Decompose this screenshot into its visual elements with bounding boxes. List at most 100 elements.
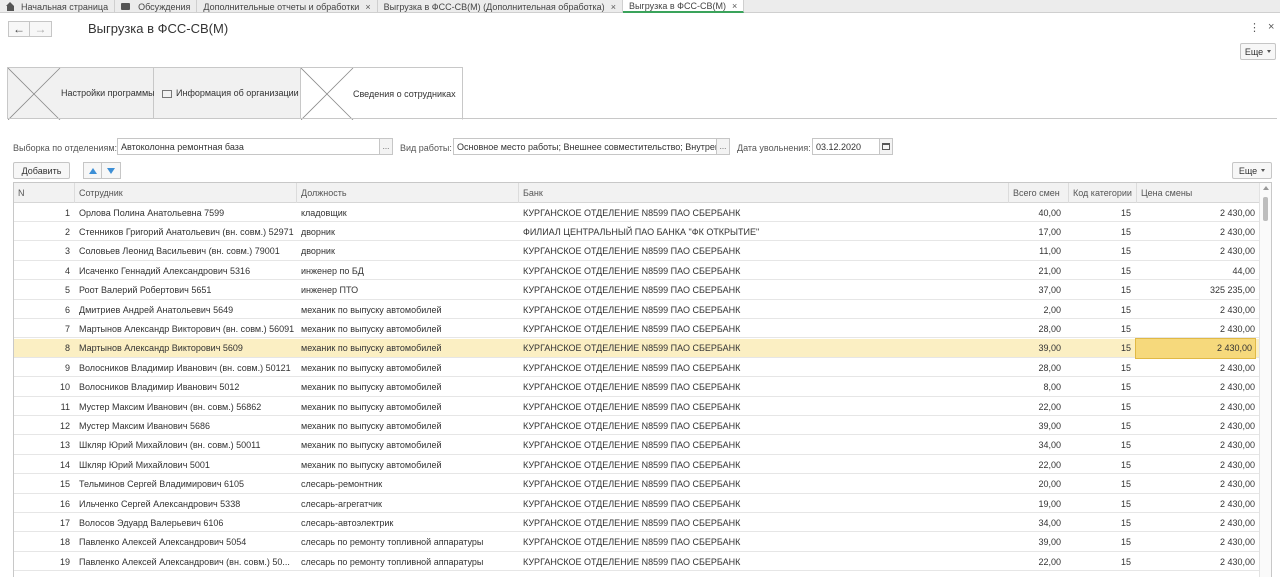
cell-position[interactable]: дворник	[301, 242, 516, 261]
cell-position[interactable]: механик по выпуску автомобилей	[301, 455, 516, 474]
form-more-button[interactable]: Еще	[1240, 43, 1276, 60]
cell-shift-price[interactable]: 2 430,00	[1136, 358, 1255, 377]
scroll-up-icon[interactable]	[1263, 186, 1269, 190]
cell-category-code[interactable]: 15	[1068, 494, 1131, 513]
table-row[interactable]: 19 Павленко Алексей Александрович (вн. со…	[14, 552, 1259, 572]
cell-position[interactable]: инженер по БД	[301, 261, 516, 280]
cell-category-code[interactable]: 15	[1068, 455, 1131, 474]
cell-employee[interactable]: Исаченко Геннадий Александрович 5316	[79, 261, 294, 280]
cell-shift-price[interactable]: 2 430,00	[1136, 533, 1255, 552]
cell-total-shifts[interactable]: 19,00	[1008, 494, 1061, 513]
cell-bank[interactable]: КУРГАНСКОЕ ОТДЕЛЕНИЕ N8599 ПАО СБЕРБАНК	[523, 319, 1003, 338]
cell-employee[interactable]: Шкляр Юрий Михайлович (вн. совм.) 50011	[79, 436, 294, 455]
cell-n[interactable]: 8	[14, 339, 70, 358]
cell-position[interactable]: механик по выпуску автомобилей	[301, 358, 516, 377]
cell-category-code[interactable]: 15	[1068, 261, 1131, 280]
close-icon[interactable]: ×	[732, 1, 737, 11]
cell-category-code[interactable]: 15	[1068, 203, 1131, 222]
cell-total-shifts[interactable]: 28,00	[1008, 358, 1061, 377]
close-form-icon[interactable]: ×	[1268, 21, 1274, 33]
cell-employee[interactable]: Павленко Алексей Александрович (вн. совм…	[79, 552, 294, 571]
table-row[interactable]: 2 Стенников Григорий Анатольевич (вн. сов…	[14, 222, 1259, 242]
cell-employee[interactable]: Соловьев Леонид Васильевич (вн. совм.) 7…	[79, 242, 294, 261]
cell-n[interactable]: 19	[14, 552, 70, 571]
department-select-button[interactable]: ...	[380, 138, 393, 155]
cell-bank[interactable]: КУРГАНСКОЕ ОТДЕЛЕНИЕ N8599 ПАО СБЕРБАНК	[523, 552, 1003, 571]
cell-n[interactable]: 11	[14, 397, 70, 416]
cell-total-shifts[interactable]: 34,00	[1008, 436, 1061, 455]
forward-button[interactable]: →	[30, 21, 52, 37]
cell-position[interactable]: механик по выпуску автомобилей	[301, 378, 516, 397]
cell-bank[interactable]: КУРГАНСКОЕ ОТДЕЛЕНИЕ N8599 ПАО СБЕРБАНК	[523, 281, 1003, 300]
cell-total-shifts[interactable]: 20,00	[1008, 475, 1061, 494]
cell-n[interactable]: 12	[14, 416, 70, 435]
back-button[interactable]: ←	[8, 21, 30, 37]
cell-total-shifts[interactable]: 22,00	[1008, 397, 1061, 416]
cell-total-shifts[interactable]: 40,00	[1008, 203, 1061, 222]
cell-shift-price[interactable]: 2 430,00	[1136, 552, 1255, 571]
calendar-button[interactable]	[880, 138, 893, 155]
cell-shift-price[interactable]: 2 430,00	[1136, 494, 1255, 513]
column-header-employee[interactable]: Сотрудник	[74, 183, 296, 203]
cell-category-code[interactable]: 15	[1068, 300, 1131, 319]
tab-organization-info[interactable]: Информация об организации	[154, 67, 301, 119]
cell-bank[interactable]: КУРГАНСКОЕ ОТДЕЛЕНИЕ N8599 ПАО СБЕРБАНК	[523, 203, 1003, 222]
cell-employee[interactable]: Павленко Алексей Александрович 5054	[79, 533, 294, 552]
work-type-field[interactable]: Основное место работы; Внешнее совместит…	[453, 138, 717, 155]
cell-employee[interactable]: Дмитриев Андрей Анатольевич 5649	[79, 300, 294, 319]
table-row[interactable]: 7 Мартынов Александр Викторович (вн. совм…	[14, 319, 1259, 339]
cell-n[interactable]: 17	[14, 513, 70, 532]
table-row[interactable]: 6 Дмитриев Андрей Анатольевич 5649 механик…	[14, 300, 1259, 319]
tab-additional-reports[interactable]: Дополнительные отчеты и обработки ×	[197, 0, 378, 13]
cell-employee[interactable]: Волосников Владимир Иванович 5012	[79, 378, 294, 397]
add-button[interactable]: Добавить	[13, 162, 70, 179]
cell-category-code[interactable]: 15	[1068, 475, 1131, 494]
cell-shift-price[interactable]: 2 430,00	[1136, 378, 1255, 397]
cell-employee[interactable]: Мартынов Александр Викторович (вн. совм.…	[79, 319, 294, 338]
close-icon[interactable]: ×	[611, 2, 616, 12]
cell-category-code[interactable]: 15	[1068, 358, 1131, 377]
cell-total-shifts[interactable]: 37,00	[1008, 281, 1061, 300]
cell-category-code[interactable]: 15	[1068, 436, 1131, 455]
cell-shift-price[interactable]: 2 430,00	[1136, 475, 1255, 494]
cell-position[interactable]: слесарь-автоэлектрик	[301, 513, 516, 532]
cell-bank[interactable]: КУРГАНСКОЕ ОТДЕЛЕНИЕ N8599 ПАО СБЕРБАНК	[523, 513, 1003, 532]
tab-fss-processing[interactable]: Выгрузка в ФСС-СВ(М) (Дополнительная обр…	[378, 0, 623, 13]
cell-shift-price[interactable]: 2 430,00	[1136, 455, 1255, 474]
table-row[interactable]: 12 Мустер Максим Иванович 5686 механик по …	[14, 416, 1259, 436]
cell-employee[interactable]: Волосников Владимир Иванович (вн. совм.)…	[79, 358, 294, 377]
cell-category-code[interactable]: 15	[1068, 242, 1131, 261]
cell-n[interactable]: 14	[14, 455, 70, 474]
cell-employee[interactable]: Роот Валерий Робертович 5651	[79, 281, 294, 300]
column-header-position[interactable]: Должность	[296, 183, 518, 203]
cell-position[interactable]: слесарь по ремонту топливной аппаратуры	[301, 533, 516, 552]
cell-position[interactable]: механик по выпуску автомобилей	[301, 416, 516, 435]
cell-category-code[interactable]: 15	[1068, 552, 1131, 571]
cell-shift-price[interactable]: 44,00	[1136, 261, 1255, 280]
table-row[interactable]: 18 Павленко Алексей Александрович 5054 сле…	[14, 533, 1259, 552]
tab-home[interactable]: Начальная страница	[0, 0, 116, 13]
tab-employee-info[interactable]: Сведения о сотрудниках	[301, 67, 463, 120]
cell-n[interactable]: 7	[14, 319, 70, 338]
cell-employee[interactable]: Тельминов Сергей Владимирович 6105	[79, 475, 294, 494]
cell-total-shifts[interactable]: 34,00	[1008, 513, 1061, 532]
cell-bank[interactable]: КУРГАНСКОЕ ОТДЕЛЕНИЕ N8599 ПАО СБЕРБАНК	[523, 397, 1003, 416]
cell-shift-price[interactable]: 2 430,00	[1136, 397, 1255, 416]
table-row[interactable]: 11 Мустер Максим Иванович (вн. совм.) 568…	[14, 397, 1259, 416]
cell-total-shifts[interactable]: 28,00	[1008, 319, 1061, 338]
cell-n[interactable]: 6	[14, 300, 70, 319]
table-row[interactable]: 10 Волосников Владимир Иванович 5012 механ…	[14, 378, 1259, 397]
cell-n[interactable]: 5	[14, 281, 70, 300]
table-row[interactable]: 3 Соловьев Леонид Васильевич (вн. совм.) …	[14, 242, 1259, 261]
table-row[interactable]: 15 Тельминов Сергей Владимирович 6105 слес…	[14, 475, 1259, 494]
cell-position[interactable]: слесарь-ремонтник	[301, 475, 516, 494]
cell-bank[interactable]: КУРГАНСКОЕ ОТДЕЛЕНИЕ N8599 ПАО СБЕРБАНК	[523, 533, 1003, 552]
tab-fss-export[interactable]: Выгрузка в ФСС-СВ(М) ×	[622, 0, 745, 13]
work-type-select-button[interactable]: ...	[717, 138, 730, 155]
cell-employee[interactable]: Мустер Максим Иванович (вн. совм.) 56862	[79, 397, 294, 416]
cell-shift-price[interactable]: 2 430,00	[1136, 222, 1255, 241]
cell-total-shifts[interactable]: 39,00	[1008, 533, 1061, 552]
cell-n[interactable]: 18	[14, 533, 70, 552]
cell-total-shifts[interactable]: 21,00	[1008, 261, 1061, 280]
cell-bank[interactable]: КУРГАНСКОЕ ОТДЕЛЕНИЕ N8599 ПАО СБЕРБАНК	[523, 455, 1003, 474]
